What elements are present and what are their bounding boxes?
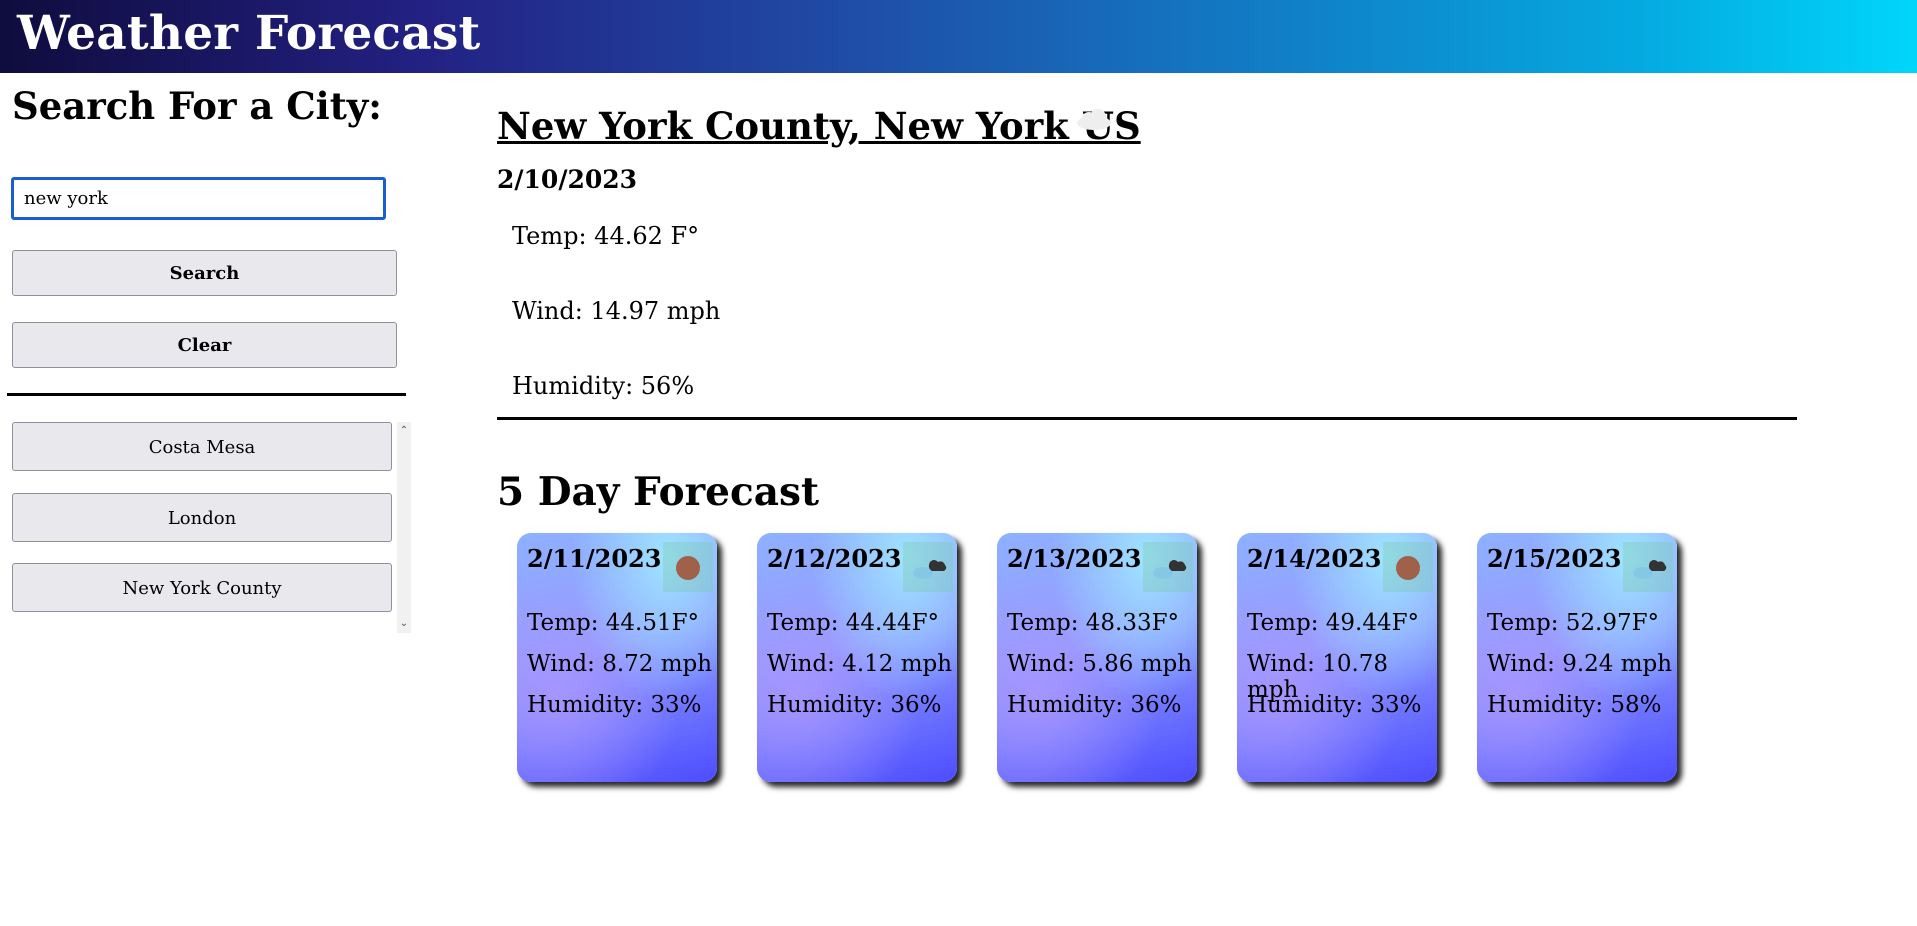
cloud-icon	[903, 542, 953, 592]
current-city-title: New York County, New York US	[497, 104, 1141, 148]
sun-icon	[1383, 542, 1433, 592]
current-temp: Temp: 44.62 F°	[512, 222, 699, 250]
forecast-date: 2/15/2023	[1487, 544, 1621, 573]
forecast-wind: Wind: 4.12 mph	[767, 651, 952, 677]
forecast-date: 2/14/2023	[1247, 544, 1381, 573]
forecast-temp: Temp: 49.44F°	[1247, 610, 1419, 636]
forecast-wind: Wind: 8.72 mph	[527, 651, 712, 677]
search-button[interactable]: Search	[12, 250, 397, 296]
search-history-list: Costa Mesa London New York County	[12, 422, 392, 632]
current-wind: Wind: 14.97 mph	[512, 297, 720, 325]
current-divider	[497, 417, 1797, 420]
forecast-date: 2/12/2023	[767, 544, 901, 573]
search-heading: Search For a City:	[12, 84, 382, 128]
clear-button[interactable]: Clear	[12, 322, 397, 368]
forecast-card: 2/14/2023 Temp: 49.44F° Wind: 10.78 mph …	[1237, 533, 1437, 782]
forecast-card: 2/13/2023 Temp: 48.33F° Wind: 5.86 mph H…	[997, 533, 1197, 782]
app-title: Weather Forecast	[17, 6, 480, 61]
forecast-humidity: Humidity: 58%	[1487, 692, 1662, 718]
app-header: Weather Forecast	[0, 0, 1917, 73]
current-humidity: Humidity: 56%	[512, 372, 694, 400]
history-item-london[interactable]: London	[12, 493, 392, 542]
forecast-humidity: Humidity: 33%	[1247, 692, 1422, 718]
scroll-up-icon[interactable]: ⌃	[397, 424, 411, 438]
city-search-input[interactable]	[11, 177, 386, 220]
forecast-heading: 5 Day Forecast	[497, 469, 819, 515]
scroll-down-icon[interactable]: ⌄	[397, 617, 411, 631]
forecast-wind: Wind: 9.24 mph	[1487, 651, 1672, 677]
forecast-temp: Temp: 48.33F°	[1007, 610, 1179, 636]
forecast-temp: Temp: 44.44F°	[767, 610, 939, 636]
forecast-card: 2/15/2023 Temp: 52.97F° Wind: 9.24 mph H…	[1477, 533, 1677, 782]
forecast-humidity: Humidity: 36%	[767, 692, 942, 718]
forecast-date: 2/11/2023	[527, 544, 661, 573]
history-scrollbar[interactable]: ⌃ ⌄	[397, 422, 411, 633]
forecast-wind: Wind: 5.86 mph	[1007, 651, 1192, 677]
forecast-date: 2/13/2023	[1007, 544, 1141, 573]
current-date: 2/10/2023	[497, 165, 637, 194]
forecast-humidity: Humidity: 36%	[1007, 692, 1182, 718]
forecast-card: 2/11/2023 Temp: 44.51F° Wind: 8.72 mph H…	[517, 533, 717, 782]
forecast-temp: Temp: 44.51F°	[527, 610, 699, 636]
cloud-icon	[1073, 104, 1115, 134]
sidebar-divider	[7, 393, 406, 396]
cloud-icon	[1143, 542, 1193, 592]
history-item-new-york-county[interactable]: New York County	[12, 563, 392, 612]
forecast-card: 2/12/2023 Temp: 44.44F° Wind: 4.12 mph H…	[757, 533, 957, 782]
cloud-icon	[1623, 542, 1673, 592]
forecast-temp: Temp: 52.97F°	[1487, 610, 1659, 636]
forecast-humidity: Humidity: 33%	[527, 692, 702, 718]
sun-icon	[663, 542, 713, 592]
history-item-costa-mesa[interactable]: Costa Mesa	[12, 422, 392, 471]
